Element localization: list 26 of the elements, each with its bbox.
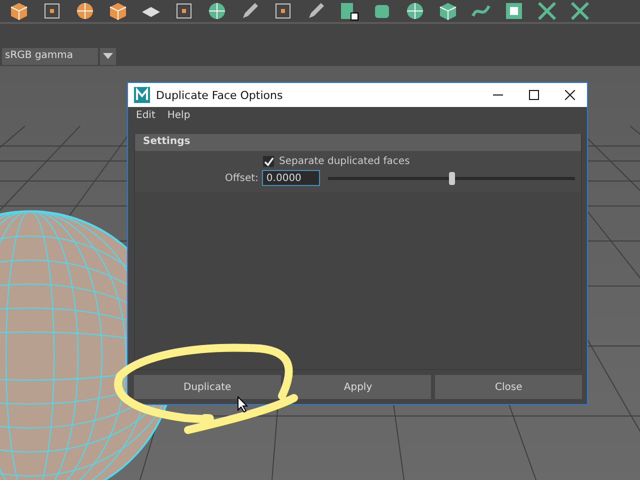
sphere-icon[interactable] bbox=[206, 0, 228, 22]
sphere-icon[interactable] bbox=[74, 0, 96, 22]
close-icon[interactable] bbox=[565, 90, 575, 100]
section-header[interactable]: Settings bbox=[135, 134, 581, 151]
dialog-button[interactable]: Apply bbox=[284, 375, 432, 399]
sphere-icon[interactable] bbox=[404, 0, 426, 22]
checkbox[interactable] bbox=[263, 156, 274, 167]
cube-icon[interactable] bbox=[437, 0, 459, 22]
cube-icon[interactable] bbox=[8, 0, 30, 22]
app-logo-icon bbox=[134, 87, 150, 103]
slider-thumb[interactable] bbox=[448, 172, 455, 184]
caret-icon bbox=[103, 53, 113, 59]
menu-item[interactable]: Help bbox=[167, 110, 190, 127]
cube-icon[interactable] bbox=[107, 0, 129, 22]
offset-field[interactable]: 0.0000 bbox=[262, 170, 320, 186]
cross-icon[interactable] bbox=[569, 0, 591, 22]
dialog-button[interactable]: Close bbox=[435, 375, 582, 399]
offset-label: Offset: bbox=[225, 172, 258, 184]
checkbox-label: Separate duplicated faces bbox=[279, 156, 410, 167]
shape-icon[interactable] bbox=[338, 0, 360, 22]
window-title: Duplicate Face Options bbox=[156, 88, 284, 102]
dialog-button[interactable]: Duplicate bbox=[134, 375, 281, 399]
cross-icon[interactable] bbox=[536, 0, 558, 22]
menu-item[interactable]: Edit bbox=[136, 110, 156, 127]
cursor-icon bbox=[237, 396, 248, 413]
maximize-icon[interactable] bbox=[529, 90, 539, 100]
